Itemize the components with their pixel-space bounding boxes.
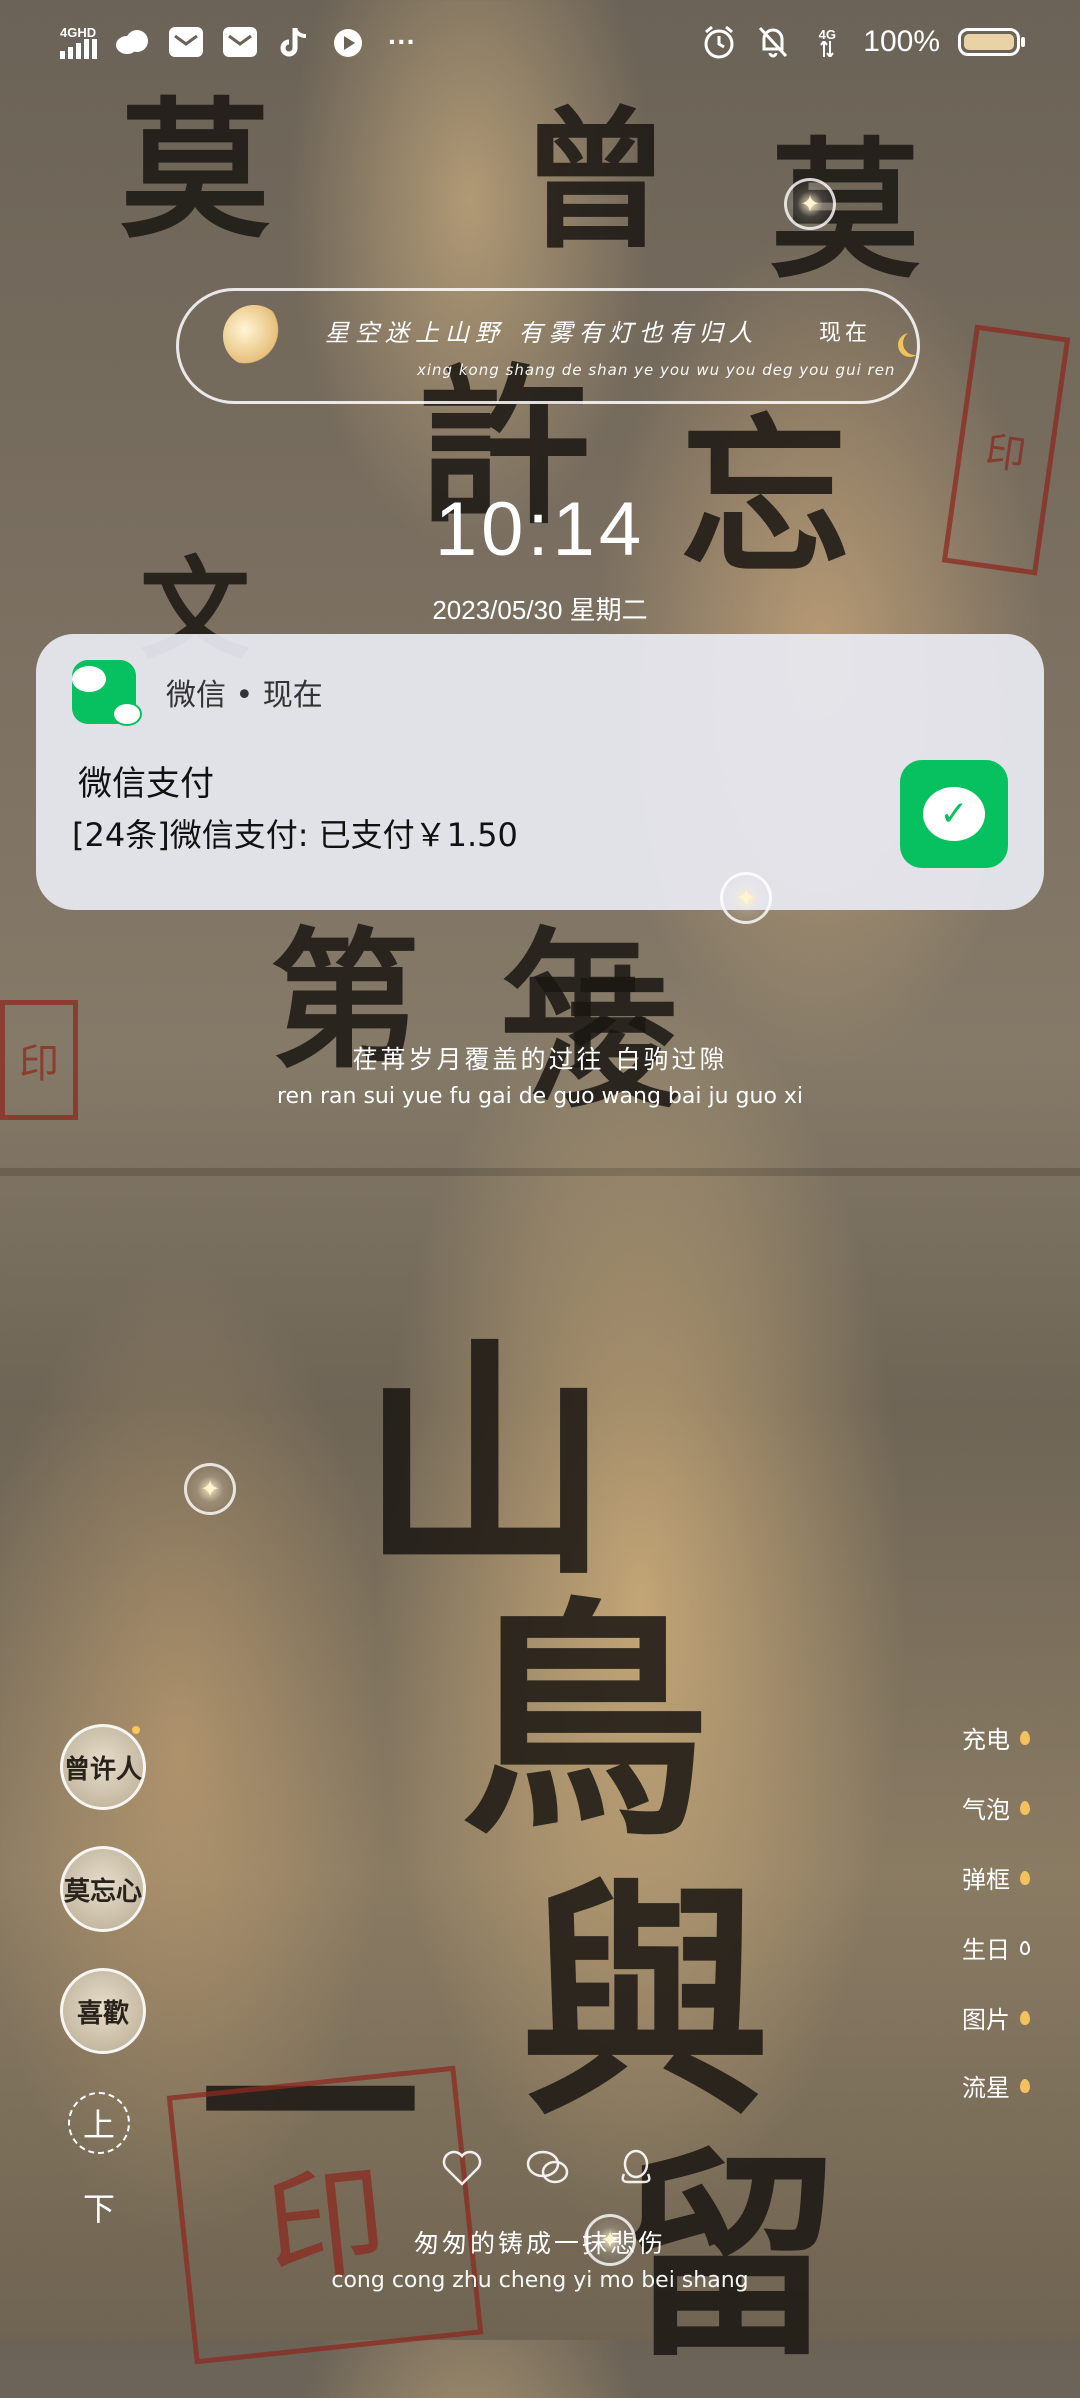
tiktok-icon (276, 24, 312, 60)
lock-date: 2023/05/30 星期二 (432, 595, 648, 625)
menu-label: 充电 (962, 1726, 1010, 1754)
sparkle-icon: ✦ (720, 872, 772, 924)
wechat-bubble (112, 702, 142, 726)
drop-icon (1020, 2078, 1030, 2093)
lock-clock: 10:14 (434, 487, 646, 572)
wechat-icon[interactable] (526, 2146, 570, 2190)
battery-percent: 100% (863, 25, 940, 58)
sparkle-icon: ✦ (784, 178, 836, 230)
calligraphy-char: 山 (360, 1315, 610, 1609)
calligraphy-char: 鳥 (460, 1575, 710, 1869)
menu-label: 气泡 (962, 1796, 1010, 1824)
battery-fill (964, 34, 1014, 50)
status-left: 4GHD ··· (60, 24, 420, 60)
qq-icon[interactable] (614, 2146, 658, 2190)
notification-app-name: 微信 • 现在 (166, 678, 323, 713)
cloud-icon (114, 24, 150, 60)
menu-item-popup[interactable]: 弹框 (930, 1860, 1030, 1895)
drop-icon (1020, 1940, 1030, 1955)
calligraphy-char: 與 (520, 1855, 770, 2149)
menu-label: 流星 (962, 2074, 1010, 2102)
mail-icon (168, 24, 204, 60)
battery-icon (958, 28, 1025, 56)
menu-item-picture[interactable]: 图片 (930, 2000, 1030, 2035)
mute-bell-icon (755, 24, 791, 60)
network-label: 4G (818, 26, 836, 42)
notification-title: 微信支付 (78, 764, 214, 804)
drop-icon (1020, 1870, 1030, 1885)
wechat-icon (72, 660, 142, 726)
wechat-notification[interactable]: 微信 • 现在 微信支付 [24条]微信支付: 已支付￥1.50 ✓ (36, 634, 1044, 910)
mail-icon (222, 24, 258, 60)
menu-label: 图片 (962, 2006, 1010, 2034)
menu-item-charge[interactable]: 充电 (930, 1720, 1030, 1755)
wechat-pay-icon: ✓ (900, 760, 1008, 868)
checkmark-icon: ✓ (923, 787, 985, 841)
drop-icon (1020, 1800, 1030, 1815)
status-right: 4G 100% (701, 24, 1025, 60)
status-bar: 4GHD ··· 4G 100% (0, 0, 1080, 84)
menu-item-meteor[interactable]: 流星 (930, 2068, 1030, 2103)
lyric-pill-text: 星空迷上山野 有雾有灯也有归人 (325, 319, 759, 347)
notification-body: [24条]微信支付: 已支付￥1.50 (72, 816, 518, 854)
lyric-pinyin: ren ran sui yue fu gai de guo wang bai j… (276, 1084, 804, 1109)
up-button[interactable]: 上 (68, 2092, 130, 2154)
alarm-icon (701, 24, 737, 60)
lyric-pill-pinyin: xing kong shang de shan ye you wu you de… (417, 361, 896, 379)
menu-item-birthday[interactable]: 生日 (930, 1930, 1030, 1965)
heart-icon[interactable] (440, 2146, 484, 2190)
drop-icon (1020, 2010, 1030, 2025)
wechat-bubble (72, 666, 106, 692)
avatar[interactable]: 曾许人 (60, 1724, 146, 1810)
lyric-line: 匆匆的铸成一抹悲伤 (413, 2229, 666, 2258)
crescent-icon (903, 331, 927, 355)
section-divider (0, 1168, 1080, 1176)
menu-label: 弹框 (962, 1866, 1010, 1894)
play-icon (330, 24, 366, 60)
red-seal: 印 (166, 2065, 484, 2365)
lyric-pinyin: cong cong zhu cheng yi mo bei shang (331, 2268, 749, 2293)
signal-icon: 4GHD (60, 24, 97, 60)
lyric-pill-now: 现在 (818, 321, 871, 346)
avatar[interactable]: 莫忘心 (60, 1846, 146, 1932)
drop-icon (1020, 1730, 1030, 1745)
calligraphy-char: 曾 (520, 93, 671, 269)
signal-label: 4GHD (60, 24, 97, 40)
menu-item-bubble[interactable]: 气泡 (930, 1790, 1030, 1825)
sparkle-icon: ✦ (184, 1463, 236, 1515)
menu-label: 生日 (962, 1936, 1010, 1964)
more-icon: ··· (388, 26, 416, 57)
network-icon: 4G (809, 24, 845, 60)
avatar[interactable]: 喜歡 (60, 1968, 146, 2054)
lyric-pill[interactable]: 星空迷上山野 有雾有灯也有归人 现在 xing kong shang de sh… (176, 288, 920, 404)
lyric-line: 荏苒岁月覆盖的过往 白驹过隙 (352, 1045, 728, 1074)
moon-icon (223, 305, 285, 367)
notification-dot (132, 1726, 140, 1734)
